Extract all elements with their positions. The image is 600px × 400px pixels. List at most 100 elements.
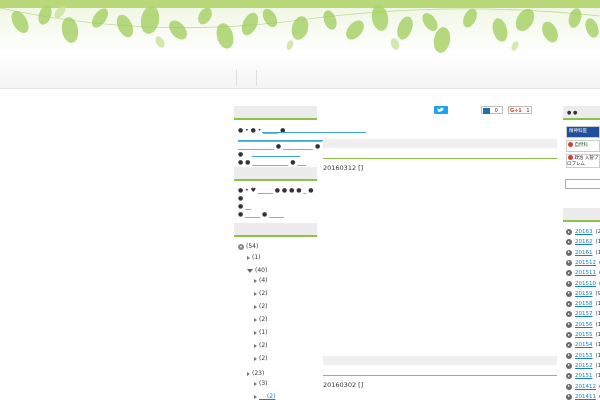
archive-month-link[interactable]: 20159 <box>575 291 593 297</box>
profile-link-underline[interactable] <box>238 140 334 141</box>
archive-month-link[interactable]: 201412 <box>575 384 596 390</box>
expand-arrow-icon[interactable] <box>254 381 257 386</box>
expand-arrow-icon[interactable] <box>254 356 257 361</box>
expand-arrow-icon[interactable] <box>247 371 250 376</box>
expand-circle-icon[interactable] <box>566 249 572 256</box>
right-archive-item[interactable]: 20157(16 <box>566 311 600 318</box>
expand-circle-icon[interactable] <box>566 383 572 390</box>
archive-month-item[interactable]: (23) <box>247 370 264 377</box>
banner-logo-icon <box>568 155 573 160</box>
archive-day-item[interactable]: (2) <box>254 303 268 310</box>
expand-circle-icon[interactable] <box>566 301 572 308</box>
archive-month-link[interactable]: 20162 <box>575 239 593 245</box>
recent-line[interactable]: ● • ♥ _____ ● ● ● ● _ ● ● <box>238 187 318 203</box>
expand-circle-icon[interactable] <box>566 229 572 235</box>
archive-month-link[interactable]: 20161 <box>575 250 593 256</box>
right-archive-item[interactable]: 201512(8 <box>566 259 600 266</box>
archive-month-link[interactable]: 20154 <box>575 342 593 348</box>
right-archive-item[interactable]: 20159(9) <box>566 290 600 297</box>
archive-month-link[interactable]: 20156 <box>575 322 593 328</box>
archive-widget-title <box>234 223 317 237</box>
archive-month-link[interactable]: 201510 <box>575 281 596 287</box>
leaf-decoration <box>0 5 600 53</box>
archive-count: (15 <box>595 249 600 256</box>
right-archive-item[interactable]: 20158(10 <box>566 301 600 308</box>
google-plus-button[interactable]: G+1 1 <box>508 106 532 114</box>
archive-count: (9) <box>595 290 600 297</box>
expand-arrow-icon[interactable] <box>254 291 257 296</box>
right-archive-item[interactable]: 201412(8 <box>566 383 600 390</box>
expand-circle-icon[interactable] <box>566 362 572 369</box>
archive-day-item[interactable]: (2) <box>254 355 268 362</box>
archive-day-item[interactable]: (3) <box>254 380 268 387</box>
right-archive-item[interactable]: 20156(14 <box>566 321 600 328</box>
expand-circle-icon[interactable] <box>566 280 572 287</box>
archive-month-link[interactable]: 20151 <box>575 373 593 379</box>
archive-month-link[interactable]: 201511 <box>575 270 596 276</box>
archive-count: (16 <box>595 311 600 318</box>
right-archive-item[interactable]: 20161(15 <box>566 249 600 256</box>
archive-month-link[interactable]: 20157 <box>575 311 593 317</box>
expand-arrow-icon[interactable] <box>247 255 250 260</box>
archive-month-link[interactable]: 20163 <box>575 229 593 235</box>
expand-circle-icon[interactable] <box>566 311 572 318</box>
right-archive-item[interactable]: 201411(3 <box>566 393 600 400</box>
twitter-share-button[interactable] <box>434 106 448 114</box>
right-archive-item[interactable]: 20152(11 <box>566 362 600 369</box>
profile-link-underline[interactable] <box>252 156 300 157</box>
expand-circle-icon[interactable] <box>566 321 572 328</box>
right-archive-item[interactable]: 20154(16 <box>566 342 600 349</box>
expand-circle-icon[interactable] <box>566 352 572 359</box>
archive-day-item[interactable]: (2) <box>254 290 268 297</box>
hatena-bookmark-button[interactable]: 0 <box>481 106 503 114</box>
archive-count: (12 <box>595 373 600 380</box>
archive-month-link[interactable]: 20153 <box>575 353 593 359</box>
right-archive-item[interactable]: 20151(12 <box>566 373 600 380</box>
right-archive-item[interactable]: 20153(11 <box>566 352 600 359</box>
banner-nature[interactable]: 自然科 <box>566 140 600 152</box>
expand-circle-icon[interactable] <box>566 393 572 400</box>
right-archive-item[interactable]: 20163(2) <box>566 229 600 235</box>
right-search-input[interactable] <box>565 179 600 189</box>
expand-circle-icon[interactable] <box>566 290 572 297</box>
collapse-arrow-icon[interactable] <box>247 268 253 273</box>
archive-count: (23) <box>252 370 265 377</box>
expand-arrow-icon[interactable] <box>254 317 257 322</box>
archive-day-item[interactable]: (2) <box>254 342 268 349</box>
archive-month-link[interactable]: 20155 <box>575 332 593 338</box>
right-archive-item[interactable]: 20162(10 <box>566 239 600 246</box>
archive-day-item[interactable]: (4) <box>254 277 268 284</box>
expand-arrow-icon[interactable] <box>254 394 257 399</box>
expand-arrow-icon[interactable] <box>254 278 257 283</box>
expand-circle-icon[interactable] <box>566 373 572 380</box>
archive-month-item[interactable]: (1) <box>247 254 261 261</box>
expand-arrow-icon[interactable] <box>254 304 257 309</box>
archive-count: (2) <box>259 290 268 297</box>
archive-day-item[interactable]: (2) <box>254 316 268 323</box>
archive-month-link[interactable]: 20158 <box>575 301 593 307</box>
archive-link[interactable]: __ (2) <box>259 393 275 400</box>
banner-politics[interactable]: 政治 入管プロブレム <box>566 154 600 168</box>
banner-psychiatry[interactable]: 精神科医 <box>566 126 600 138</box>
archive-day-item[interactable]: __ (2) <box>254 393 275 400</box>
collapse-toggle-icon[interactable]: ▾ <box>238 243 244 250</box>
expand-arrow-icon[interactable] <box>254 330 257 335</box>
profile-link-underline[interactable] <box>262 132 366 133</box>
right-archive-item[interactable]: 20155(12 <box>566 332 600 338</box>
expand-circle-icon[interactable] <box>566 342 572 349</box>
expand-circle-icon[interactable] <box>566 270 572 277</box>
archive-month-link[interactable]: 201512 <box>575 260 596 266</box>
expand-circle-icon[interactable] <box>566 259 572 266</box>
recent-line[interactable]: ● _____ ● _____ <box>238 211 318 219</box>
right-archive-item[interactable]: 201511(11 <box>566 270 600 277</box>
expand-circle-icon[interactable] <box>566 239 572 246</box>
archive-month-link[interactable]: 20152 <box>575 363 593 369</box>
right-archive-item[interactable]: 201510(11 <box>566 280 600 287</box>
archive-month-link[interactable]: 201411 <box>575 394 596 400</box>
archive-year-item[interactable]: ▾ (54) <box>238 243 258 250</box>
archive-day-item[interactable]: (1) <box>254 329 268 336</box>
recent-line[interactable]: ● __ <box>238 203 318 211</box>
expand-circle-icon[interactable] <box>566 332 572 338</box>
archive-month-item[interactable]: (40) <box>247 267 267 274</box>
expand-arrow-icon[interactable] <box>254 343 257 348</box>
